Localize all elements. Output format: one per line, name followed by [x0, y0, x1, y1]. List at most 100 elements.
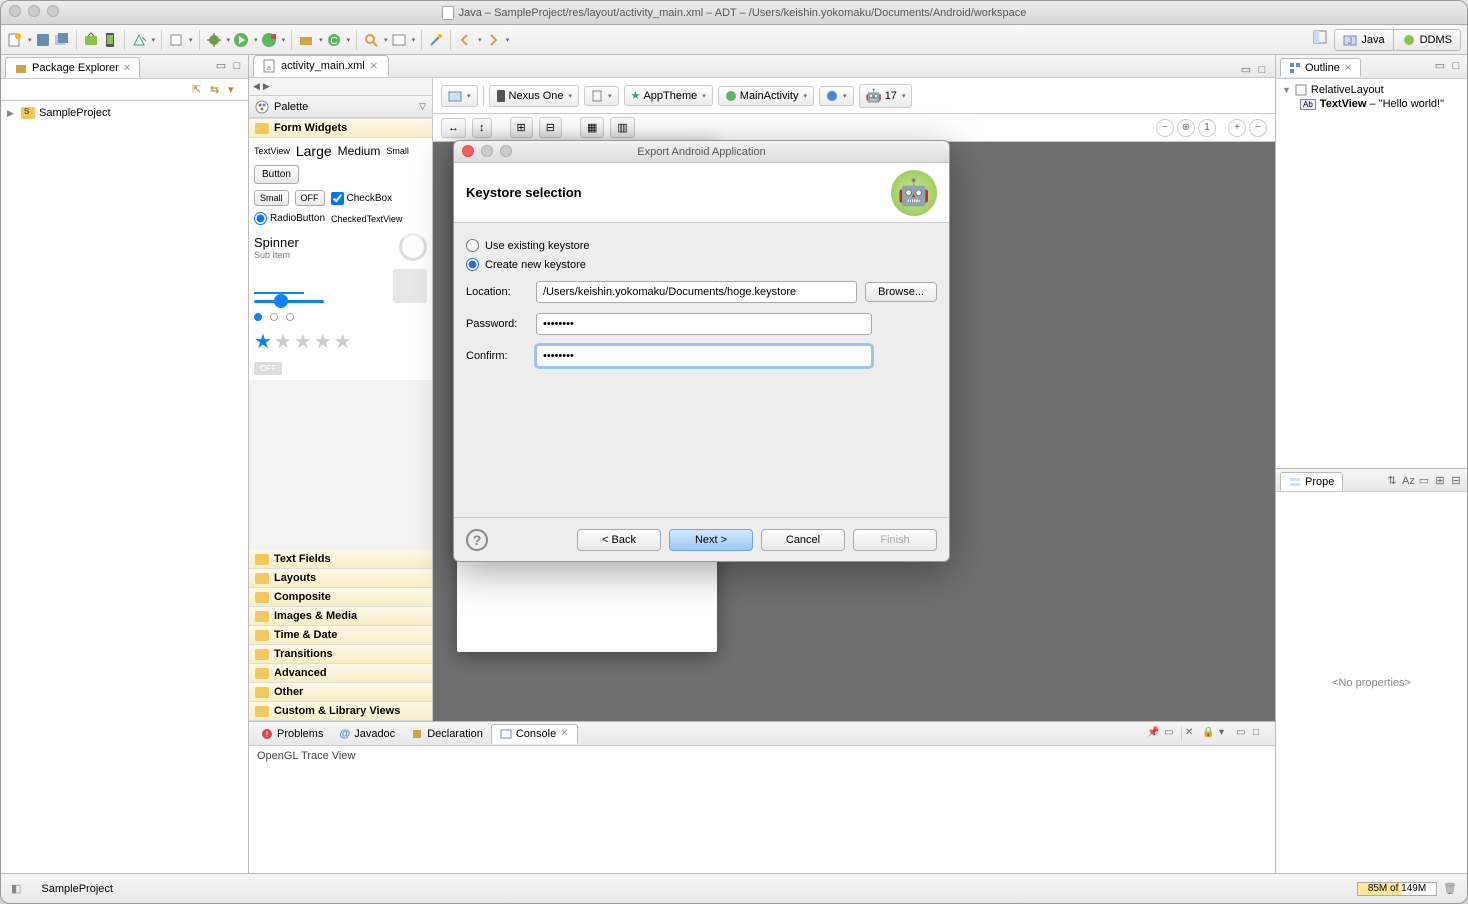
outline-tab[interactable]: Outline ✕ [1280, 58, 1361, 77]
zoom-100-icon[interactable]: 1 [1198, 119, 1216, 137]
zoom-fit-icon[interactable]: − [1249, 119, 1267, 137]
tab-problems[interactable]: !Problems [253, 725, 331, 743]
minimize-view-icon[interactable]: ▭ [1433, 59, 1447, 73]
save-all-icon[interactable] [54, 32, 70, 48]
minimize-icon[interactable] [28, 5, 40, 17]
sdk-manager-icon[interactable] [83, 32, 99, 48]
outline-child[interactable]: Ab TextView – "Hello world!" [1282, 97, 1461, 111]
radio-use-existing[interactable]: Use existing keystore [466, 239, 937, 252]
activity-dropdown[interactable]: MainActivity▾ [718, 86, 814, 106]
properties-tab[interactable]: Prope [1280, 472, 1343, 491]
new-class-icon[interactable]: C [326, 32, 342, 48]
zoom-out-icon[interactable]: − [1156, 119, 1174, 137]
link-editor-icon[interactable]: ⇆ [210, 83, 224, 97]
scroll-lock-icon[interactable]: 🔒 [1202, 727, 1216, 741]
minimize-view-icon[interactable]: ▭ [1239, 63, 1253, 77]
package-explorer-tab[interactable]: Package Explorer ✕ [5, 57, 140, 78]
az-sort-icon[interactable]: Aᴢ [1401, 473, 1415, 487]
location-input[interactable] [536, 281, 857, 303]
palette-section-composite[interactable]: Composite [249, 588, 432, 607]
toggle-height-icon[interactable]: ↕ [472, 118, 492, 138]
api-dropdown[interactable]: 🤖17▾ [859, 84, 913, 108]
widget-textview[interactable]: TextView [254, 146, 290, 156]
close-icon[interactable]: ✕ [560, 728, 568, 739]
widget-small[interactable]: Small [386, 146, 409, 156]
filter-icon[interactable]: ▭ [1417, 473, 1431, 487]
palette-section-images-media[interactable]: Images & Media [249, 607, 432, 626]
widget-seekbar[interactable] [254, 300, 324, 303]
tab-javadoc[interactable]: @Javadoc [331, 725, 403, 743]
widget-pager-dots[interactable] [254, 313, 427, 321]
device-dropdown[interactable]: Nexus One▾ [489, 85, 580, 107]
maximize-icon[interactable] [47, 5, 59, 17]
tab-declaration[interactable]: Declaration [403, 725, 491, 743]
palette-section-form-widgets[interactable]: Form Widgets [249, 118, 432, 138]
new-icon[interactable] [7, 32, 23, 48]
display-console-icon[interactable]: ▭ [1164, 727, 1178, 741]
expand-icon[interactable]: ⊞ [1433, 473, 1447, 487]
search-icon[interactable] [363, 32, 379, 48]
zoom-in-icon[interactable]: + [1228, 119, 1246, 137]
close-icon[interactable] [9, 5, 21, 17]
perspective-java[interactable]: JJava [1334, 29, 1393, 51]
back-button[interactable]: < Back [577, 529, 661, 551]
pin-console-icon[interactable]: 📌 [1147, 727, 1161, 741]
close-icon[interactable]: ✕ [123, 63, 131, 74]
confirm-input[interactable] [536, 345, 872, 367]
widget-spinner[interactable]: Spinner [254, 235, 299, 250]
minimize-view-icon[interactable]: ▭ [1236, 727, 1250, 741]
maximize-view-icon[interactable]: □ [1253, 727, 1267, 741]
palette-section-other[interactable]: Other [249, 683, 432, 702]
wand-icon[interactable] [428, 32, 444, 48]
new-android-icon[interactable] [168, 32, 184, 48]
palette-section-custom[interactable]: Custom & Library Views [249, 702, 432, 721]
quickcontact-icon[interactable] [393, 269, 427, 303]
palette-back-icon[interactable]: ◀ [253, 81, 260, 92]
avd-manager-icon[interactable] [102, 32, 118, 48]
distribute-icon[interactable]: ⊟ [539, 117, 562, 138]
outline-root[interactable]: ▼ RelativeLayout [1282, 83, 1461, 97]
tab-console[interactable]: Console✕ [491, 724, 578, 744]
minimize-view-icon[interactable]: ▭ [214, 59, 228, 73]
new-package-icon[interactable] [298, 32, 314, 48]
save-icon[interactable] [35, 32, 51, 48]
maximize-view-icon[interactable]: □ [1255, 63, 1269, 77]
expand-icon[interactable]: ▶ [7, 108, 17, 119]
open-perspective-icon[interactable] [1312, 29, 1328, 45]
widget-checkedtextview[interactable]: CheckedTextView [331, 214, 402, 224]
show-margins-icon[interactable]: ▥ [610, 117, 634, 138]
maximize-view-icon[interactable]: □ [1449, 59, 1463, 73]
open-task-icon[interactable] [391, 32, 407, 48]
open-console-icon[interactable]: ▾ [1219, 727, 1233, 741]
next-button[interactable]: Next > [669, 529, 753, 551]
gc-trash-icon[interactable]: 🗑 [1443, 882, 1457, 896]
collapse-icon[interactable]: ▽ [419, 101, 426, 112]
editor-tab-activity-main[interactable]: a activity_main.xml ✕ [253, 55, 389, 77]
close-icon[interactable]: ✕ [370, 61, 378, 72]
palette-fwd-icon[interactable]: ▶ [263, 81, 270, 92]
widget-switch[interactable]: OFF [254, 362, 282, 375]
palette-section-layouts[interactable]: Layouts [249, 569, 432, 588]
perspective-ddms[interactable]: DDMS [1393, 29, 1461, 51]
run-last-icon[interactable] [261, 32, 277, 48]
theme-dropdown[interactable]: ★AppTheme▾ [624, 85, 713, 106]
show-constraints-icon[interactable]: ▦ [580, 117, 604, 138]
radio-create-new[interactable]: Create new keystore [466, 258, 937, 271]
widget-ratingbar[interactable]: ★★★★★ [254, 329, 427, 354]
orientation-dropdown[interactable]: ▾ [584, 86, 619, 106]
widget-button[interactable]: Button [254, 165, 299, 184]
run-icon[interactable] [233, 32, 249, 48]
browse-button[interactable]: Browse... [865, 282, 937, 302]
maximize-view-icon[interactable]: □ [230, 59, 244, 73]
widget-off-button[interactable]: OFF [295, 190, 325, 206]
help-icon[interactable]: ? [466, 529, 488, 551]
sort-icon[interactable]: ⇅ [1385, 473, 1399, 487]
locale-dropdown[interactable]: ▾ [819, 86, 854, 106]
widget-radiobutton[interactable]: RadioButton [254, 212, 325, 225]
collapse-icon[interactable]: ⊟ [1449, 473, 1463, 487]
dropdown-icon[interactable]: ▾ [28, 36, 32, 44]
project-node[interactable]: ▶ SampleProject [7, 105, 242, 121]
palette-section-advanced[interactable]: Advanced [249, 664, 432, 683]
widget-small-button[interactable]: Small [254, 190, 289, 206]
collapse-icon[interactable]: ▼ [1282, 85, 1291, 95]
